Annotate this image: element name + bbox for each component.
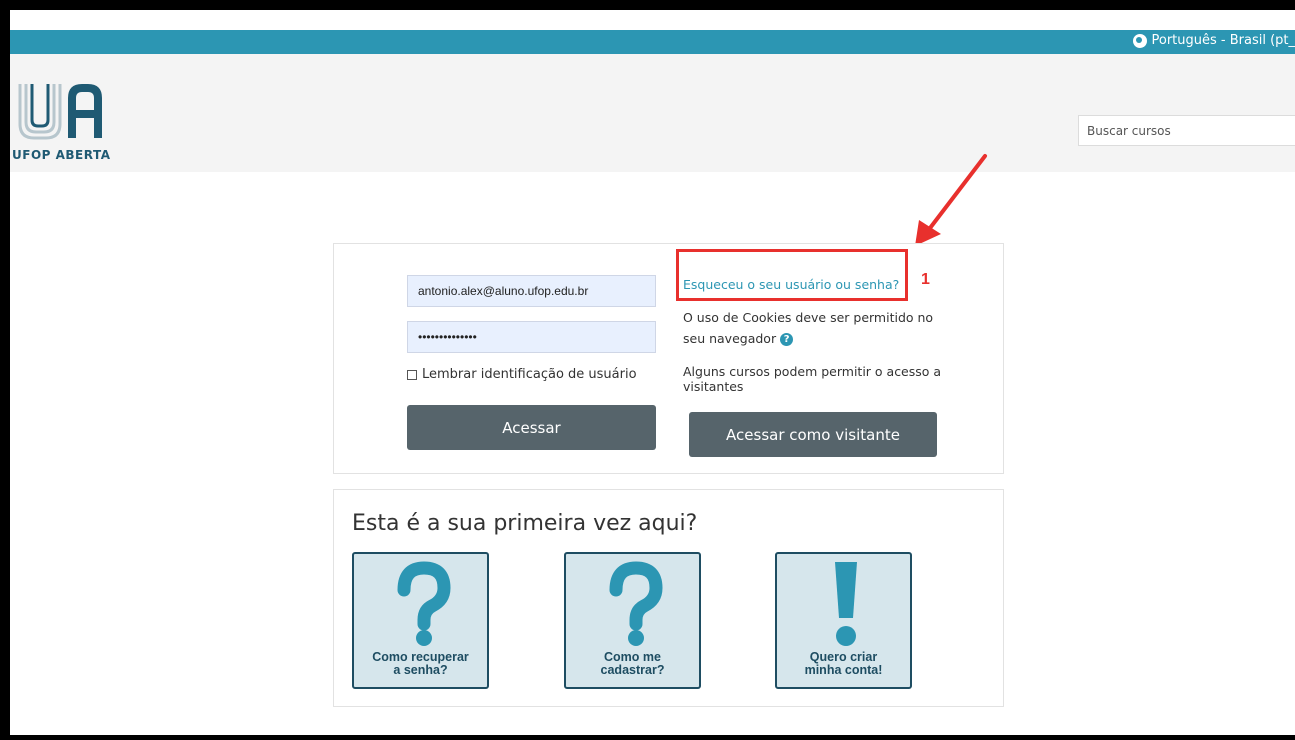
annotation-number: 1: [921, 271, 930, 288]
ua-logo-icon: [18, 84, 102, 140]
question-mark-icon: [397, 561, 451, 646]
search-box[interactable]: [1078, 115, 1295, 146]
login-panel: antonio.alex@aluno.ufop.edu.br •••••••••…: [333, 243, 1004, 474]
first-time-title: Esta é a sua primeira vez aqui?: [352, 511, 698, 536]
recover-password-card[interactable]: Como recuperar a senha?: [352, 552, 489, 689]
logo-text: UFOP ABERTA: [12, 148, 111, 162]
password-field[interactable]: ••••••••••••••: [407, 321, 656, 353]
search-input[interactable]: [1079, 116, 1295, 145]
card-label: Como me cadastrar?: [600, 650, 665, 677]
username-field[interactable]: antonio.alex@aluno.ufop.edu.br: [407, 275, 656, 307]
login-button[interactable]: Acessar: [407, 405, 656, 450]
question-mark-icon: [609, 561, 663, 646]
globe-icon: [1133, 33, 1148, 48]
page-header: UFOP ABERTA: [10, 54, 1295, 172]
annotation-arrow-icon: [915, 154, 987, 246]
cookie-notice: O uso de Cookies deve ser permitido no s…: [683, 307, 953, 349]
browser-page: Português - Brasil (pt_ UFOP ABERTA anto…: [10, 10, 1295, 735]
language-label: Português - Brasil (pt_: [1151, 33, 1295, 48]
remember-checkbox[interactable]: [407, 369, 417, 380]
top-navbar: Português - Brasil (pt_: [10, 30, 1295, 54]
create-account-card[interactable]: Quero criar minha conta!: [775, 552, 912, 689]
help-icon[interactable]: ?: [780, 333, 794, 346]
guest-access-notice: Alguns cursos podem permitir o acesso a …: [683, 364, 942, 394]
forgot-password-link[interactable]: Esqueceu o seu usuário ou senha?: [683, 277, 899, 292]
card-label: Como recuperar a senha?: [372, 650, 469, 677]
cookie-notice-text: O uso de Cookies deve ser permitido no s…: [683, 310, 934, 346]
language-selector[interactable]: Português - Brasil (pt_: [1133, 33, 1295, 48]
remember-username[interactable]: Lembrar identificação de usuário: [407, 367, 637, 382]
remember-label: Lembrar identificação de usuário: [422, 367, 637, 382]
card-label: Quero criar minha conta!: [804, 650, 883, 677]
ufop-aberta-logo[interactable]: [16, 78, 116, 148]
annotation-highlight-box: [676, 249, 908, 301]
first-time-panel: Esta é a sua primeira vez aqui? Como rec…: [333, 489, 1004, 707]
guest-login-button[interactable]: Acessar como visitante: [689, 412, 937, 457]
exclamation-mark-icon: [835, 562, 857, 646]
how-to-register-card[interactable]: Como me cadastrar?: [564, 552, 701, 689]
